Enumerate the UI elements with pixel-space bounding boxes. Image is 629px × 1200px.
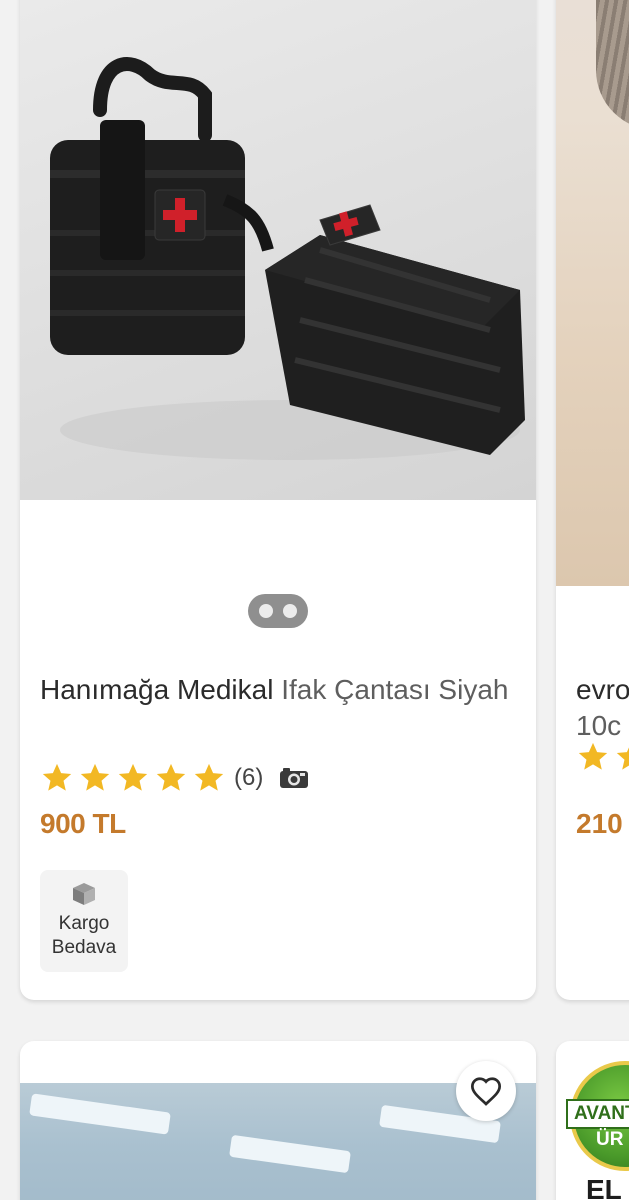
- carousel-dot[interactable]: [283, 604, 297, 618]
- promo-sub-text: ÜR: [596, 1129, 624, 1150]
- product-title-next-line-1: evro: [576, 674, 629, 705]
- carousel-dot[interactable]: [259, 604, 273, 618]
- product-price: 900 TL: [40, 808, 126, 839]
- badge-line-1: Kargo: [58, 913, 110, 934]
- star-rating: [40, 761, 226, 795]
- product-image-next[interactable]: [556, 0, 629, 586]
- product-price-next: 210: [576, 808, 623, 839]
- free-shipping-badge: Kargo Bedava: [40, 870, 128, 972]
- basket-shape: [596, 0, 629, 130]
- star-icon: [194, 763, 224, 791]
- product-grid-page: Hanımağa Medikal Ifak Çantası Siyah (6) …: [0, 0, 629, 1200]
- product-card[interactable]: Hanımağa Medikal Ifak Çantası Siyah (6) …: [20, 0, 536, 1000]
- ceiling-light: [229, 1134, 351, 1174]
- promo-ribbon-text: AVANTAJLI: [566, 1099, 629, 1129]
- star-icon: [80, 763, 110, 791]
- star-rating-next: [576, 740, 629, 774]
- product-image[interactable]: [20, 0, 536, 500]
- product-brand: Hanımağa Medikal: [40, 674, 274, 705]
- star-icon: [616, 747, 629, 770]
- box-icon: [73, 883, 95, 905]
- heart-icon: [470, 1077, 502, 1106]
- product-title-next-line-2: 10c: [576, 710, 622, 741]
- badge-line-2: Bedava: [51, 937, 117, 958]
- product-card-bottom[interactable]: [20, 1041, 536, 1200]
- review-count: (6): [234, 764, 264, 791]
- product-card-bottom-next[interactable]: AVANTAJLI ÜR EL YA: [556, 1041, 629, 1200]
- promo-bottom-text: EL YA: [586, 1174, 629, 1200]
- favorite-button[interactable]: [456, 1061, 516, 1121]
- product-title[interactable]: Hanımağa Medikal Ifak Çantası Siyah: [40, 672, 510, 708]
- rating-row[interactable]: (6): [40, 758, 309, 798]
- product-card-next[interactable]: evro 10c 210: [556, 0, 629, 1000]
- star-icon: [578, 742, 608, 770]
- star-icon: [118, 763, 148, 791]
- image-carousel-indicator[interactable]: [248, 594, 308, 628]
- ceiling-light: [29, 1093, 171, 1135]
- medical-bags-photo: [50, 57, 525, 460]
- star-icon: [156, 763, 186, 791]
- star-icon: [42, 763, 72, 791]
- camera-icon: [280, 768, 309, 788]
- product-name: Ifak Çantası Siyah: [281, 674, 509, 705]
